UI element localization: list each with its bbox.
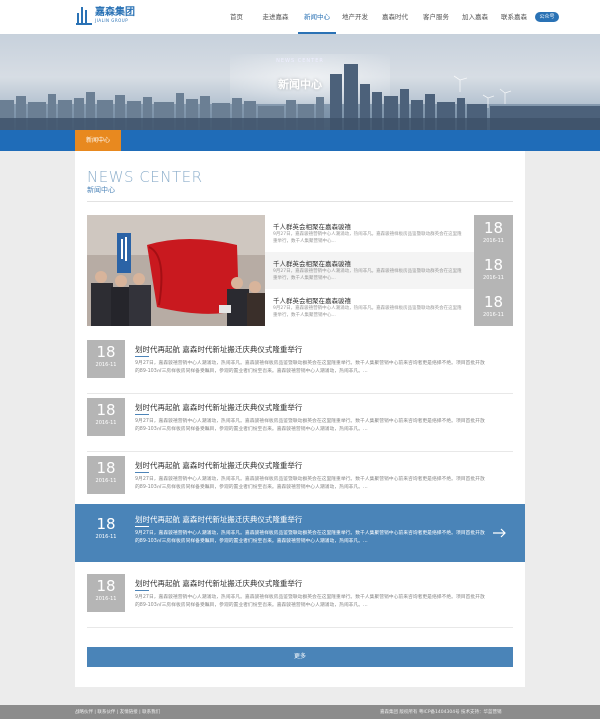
news-item[interactable]: 18 2016-11 划时代再起航 嘉森时代新址搬迁庆典仪式隆重举行 9月27日，… bbox=[75, 396, 525, 452]
date-badge: 18 2016-11 bbox=[87, 456, 125, 494]
breadcrumb-bar: 新闻中心 bbox=[0, 130, 600, 151]
date-badge: 18 2016-11 bbox=[87, 398, 125, 436]
banner: NEWS CENTER 新闻中心 bbox=[0, 34, 600, 130]
section-divider bbox=[87, 201, 513, 202]
news-desc: 9月27日，嘉森骏禧营销中心人潮涌动，热闹非凡。嘉森骏禧样板房品鉴暨联动群英会在… bbox=[135, 477, 485, 490]
featured-item[interactable]: 千人群英会相聚在嘉森骏禧 9月27日，嘉森骏禧营销中心人潮涌动，热闹非凡。嘉森骏… bbox=[265, 252, 513, 289]
news-item[interactable]: 18 2016-11 划时代再起航 嘉森时代新址搬迁庆典仪式隆重举行 9月27日，… bbox=[75, 454, 525, 510]
nav-news[interactable]: 新闻中心 bbox=[298, 0, 336, 34]
nav-home[interactable]: 首页 bbox=[220, 0, 253, 34]
featured-photo[interactable] bbox=[87, 215, 265, 326]
nav-property[interactable]: 地产开发 bbox=[336, 0, 374, 34]
logo-text-cn: 嘉森集团 bbox=[95, 6, 135, 18]
date-badge: 18 2016-11 bbox=[474, 289, 513, 326]
news-desc: 9月27日，嘉森骏禧营销中心人潮涌动，热闹非凡。嘉森骏禧样板房品鉴暨联动群英会在… bbox=[135, 531, 485, 544]
footer-links[interactable]: 战略伙伴 | 联系伙伴 | 友情链接 | 联系我们 bbox=[75, 709, 160, 715]
date-badge: 18 2016-11 bbox=[87, 340, 125, 378]
footer-copyright: 嘉森集团 版权所有 粤ICP备1404304号 技术支持：华蓝营销 bbox=[380, 710, 502, 715]
date-badge: 18 2016-11 bbox=[474, 252, 513, 289]
logo[interactable]: 嘉森集团 JIALIN GROUP bbox=[76, 5, 135, 25]
section-title-cn: 新闻中心 bbox=[87, 186, 115, 194]
news-desc: 9月27日，嘉森骏禧营销中心人潮涌动，热闹非凡。嘉森骏禧样板房品鉴暨联动群英会在… bbox=[135, 595, 485, 608]
nav-about[interactable]: 走进嘉森 bbox=[253, 0, 298, 34]
featured-item[interactable]: 千人群英会相聚在嘉森骏禧 9月27日，嘉森骏禧营销中心人潮涌动，热闹非凡。嘉森骏… bbox=[265, 289, 513, 326]
nav-contact[interactable]: 联系嘉森 bbox=[494, 0, 534, 34]
news-title[interactable]: 划时代再起航 嘉森时代新址搬迁庆典仪式隆重举行 bbox=[135, 344, 302, 355]
news-item[interactable]: 18 2016-11 划时代再起航 嘉森时代新址搬迁庆典仪式隆重举行 9月27日，… bbox=[75, 572, 525, 628]
logo-text-en: JIALIN GROUP bbox=[95, 17, 129, 23]
news-item-highlighted[interactable]: 18 2016-11 划时代再起航 嘉森时代新址搬迁庆典仪式隆重举行 9月27日，… bbox=[75, 504, 525, 562]
nav-service[interactable]: 客户服务 bbox=[416, 0, 456, 34]
featured-title: 千人群英会相聚在嘉森骏禧 bbox=[273, 260, 351, 268]
more-button[interactable]: 更多 bbox=[87, 647, 513, 667]
news-panel: NEWS CENTER 新闻中心 千人群英会相聚在嘉森骏禧 9月27日，嘉森骏禧… bbox=[75, 151, 525, 687]
news-desc: 9月27日，嘉森骏禧营销中心人潮涌动，热闹非凡。嘉森骏禧样板房品鉴暨联动群英会在… bbox=[135, 419, 485, 432]
logo-icon bbox=[76, 5, 92, 25]
footer: 战略伙伴 | 联系伙伴 | 友情链接 | 联系我们 嘉森集团 版权所有 粤ICP… bbox=[0, 705, 600, 719]
featured-desc: 9月27日，嘉森骏禧营销中心人潮涌动，热闹非凡。嘉森骏禧样板房品鉴暨联动群英会在… bbox=[273, 269, 462, 281]
top-header: 嘉森集团 JIALIN GROUP 首页 走进嘉森 新闻中心 地产开发 嘉森时代… bbox=[0, 0, 600, 34]
news-item[interactable]: 18 2016-11 划时代再起航 嘉森时代新址搬迁庆典仪式隆重举行 9月27日，… bbox=[75, 338, 525, 394]
date-badge: 18 2016-11 bbox=[95, 515, 117, 540]
wechat-button[interactable]: 公众号 bbox=[535, 12, 559, 22]
banner-title-cn: 新闻中心 bbox=[278, 78, 322, 91]
news-title[interactable]: 划时代再起航 嘉森时代新址搬迁庆典仪式隆重举行 bbox=[135, 402, 302, 413]
section-title-en: NEWS CENTER bbox=[87, 168, 203, 186]
banner-title-en: NEWS CENTER bbox=[276, 58, 324, 64]
news-title[interactable]: 划时代再起航 嘉森时代新址搬迁庆典仪式隆重举行 bbox=[135, 578, 302, 589]
main-nav: 首页 走进嘉森 新闻中心 地产开发 嘉森时代 客户服务 加入嘉森 联系嘉森 bbox=[220, 0, 534, 34]
arrow-right-icon[interactable] bbox=[493, 528, 507, 538]
breadcrumb-current[interactable]: 新闻中心 bbox=[75, 130, 121, 151]
nav-era[interactable]: 嘉森时代 bbox=[374, 0, 416, 34]
nav-join[interactable]: 加入嘉森 bbox=[456, 0, 494, 34]
date-badge: 18 2016-11 bbox=[87, 574, 125, 612]
date-badge: 18 2016-11 bbox=[474, 215, 513, 252]
featured-title: 千人群英会相聚在嘉森骏禧 bbox=[273, 297, 351, 305]
featured-desc: 9月27日，嘉森骏禧营销中心人潮涌动，热闹非凡。嘉森骏禧样板房品鉴暨联动群英会在… bbox=[273, 306, 462, 318]
news-desc: 9月27日，嘉森骏禧营销中心人潮涌动，热闹非凡。嘉森骏禧样板房品鉴暨联动群英会在… bbox=[135, 361, 485, 374]
featured-news: 千人群英会相聚在嘉森骏禧 9月27日，嘉森骏禧营销中心人潮涌动，热闹非凡。嘉森骏… bbox=[87, 215, 513, 326]
featured-title: 千人群英会相聚在嘉森骏禧 bbox=[273, 223, 351, 231]
featured-desc: 9月27日，嘉森骏禧营销中心人潮涌动，热闹非凡。嘉森骏禧样板房品鉴暨联动群英会在… bbox=[273, 232, 462, 244]
news-title[interactable]: 划时代再起航 嘉森时代新址搬迁庆典仪式隆重举行 bbox=[135, 514, 302, 525]
news-title[interactable]: 划时代再起航 嘉森时代新址搬迁庆典仪式隆重举行 bbox=[135, 460, 302, 471]
featured-item[interactable]: 千人群英会相聚在嘉森骏禧 9月27日，嘉森骏禧营销中心人潮涌动，热闹非凡。嘉森骏… bbox=[265, 215, 513, 252]
